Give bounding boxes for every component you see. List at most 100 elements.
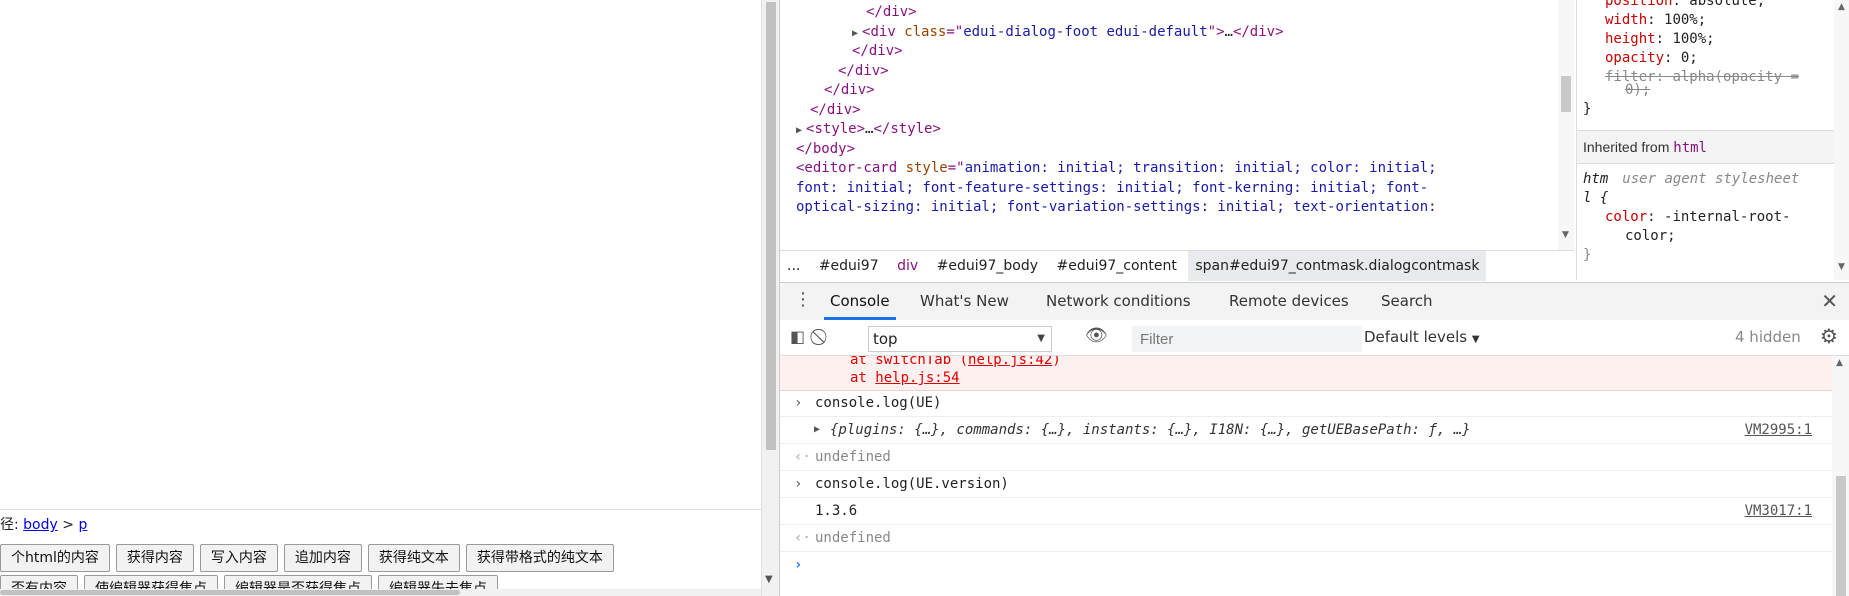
console-scrollbar[interactable]: ▲ — [1832, 356, 1849, 596]
breadcrumb-edui97[interactable]: #edui97 — [812, 251, 886, 281]
tab-remote-devices[interactable]: Remote devices — [1229, 283, 1349, 320]
demo-button[interactable]: 写入内容 — [199, 544, 278, 572]
stack-frame: at help.js:54 — [850, 370, 960, 386]
css-declaration[interactable]: width: 100%; — [1605, 11, 1706, 30]
drawer-tabbar: ⋮ Console What's New Network conditions … — [780, 282, 1849, 321]
css-declaration[interactable]: height: 100%; — [1605, 30, 1715, 49]
ua-selector-cont: l { — [1583, 190, 1609, 206]
scroll-down-arrow-icon[interactable]: ▼ — [1562, 230, 1569, 240]
dropdown-arrow-icon: ▼ — [1037, 333, 1045, 344]
elements-tree[interactable]: </div> ▶ <div class="edui-dialog-foot edui… — [780, 0, 1558, 250]
dom-node-line[interactable]: font: initial; font-feature-settings: in… — [796, 178, 1428, 198]
styles-pane: position: absolute; width: 100%; height: 1… — [1576, 0, 1835, 280]
console-filter-input[interactable] — [1132, 326, 1362, 352]
dom-node-line[interactable]: ▶ <style>…</style> — [796, 119, 941, 139]
editor-bottom-border — [0, 509, 761, 510]
console-result-line: ‹· undefined — [780, 525, 1832, 552]
console-input-line: › console.log(UE.version) — [780, 471, 1832, 498]
inherited-from-link[interactable]: html — [1673, 140, 1707, 156]
expand-triangle-icon[interactable]: ▶ — [814, 417, 820, 443]
drawer-menu-icon[interactable]: ⋮ — [794, 289, 812, 310]
stack-frame: at switchTab (help.js:42) — [850, 356, 1061, 368]
element-path: 径: body > p — [0, 514, 87, 534]
prompt-caret-icon: › — [794, 557, 803, 573]
breadcrumb-div[interactable]: div — [890, 251, 925, 281]
css-declaration[interactable]: opacity: 0; — [1605, 49, 1698, 68]
ua-close-brace: } — [1583, 247, 1592, 263]
ua-rule-cont: color; — [1625, 228, 1676, 244]
page-vertical-scrollbar[interactable]: ▼ — [761, 0, 779, 596]
console-log-output[interactable]: ▶ {plugins: {…}, commands: {…}, instants… — [780, 417, 1832, 444]
web-page-viewport: 径: body > p 个html的内容 获得内容 写入内容 追加内容 获得纯文本 获得带… — [0, 0, 761, 596]
page-horizontal-scrollbar[interactable] — [0, 589, 761, 596]
path-link-body[interactable]: body — [23, 517, 58, 533]
dom-node-line[interactable]: <editor-card style="animation: initial; … — [796, 158, 1437, 178]
dom-node-line[interactable]: </div> — [838, 61, 889, 81]
input-prompt-icon: › — [794, 476, 803, 492]
breadcrumb-edui97-body[interactable]: #edui97_body — [930, 251, 1045, 281]
dom-node-line[interactable]: optical-sizing: initial; font-variation-… — [796, 197, 1437, 217]
tab-whats-new[interactable]: What's New — [920, 283, 1009, 320]
tab-network-conditions[interactable]: Network conditions — [1046, 283, 1191, 320]
dom-breadcrumbs: ... #edui97 div #edui97_body #edui97_con… — [780, 250, 1574, 281]
source-link[interactable]: VM2995:1 — [1745, 417, 1812, 443]
scroll-up-arrow-icon[interactable]: ▲ — [1838, 2, 1845, 12]
css-filter-continuation: 0); — [1625, 82, 1651, 98]
scroll-up-arrow-icon[interactable]: ▲ — [1836, 358, 1843, 368]
element-path-label: 径: — [0, 517, 19, 533]
console-scroll-thumb[interactable] — [1836, 476, 1846, 596]
expand-triangle-icon[interactable]: ▶ — [852, 28, 858, 39]
ua-selector: htm user agent stylesheet — [1583, 171, 1800, 187]
console-messages: at switchTab (help.js:42) at help.js:54 … — [780, 356, 1832, 596]
source-link[interactable]: VM3017:1 — [1745, 498, 1812, 524]
live-expression-eye-icon[interactable]: 👁 — [1085, 325, 1108, 346]
breadcrumb-contmask[interactable]: span#edui97_contmask.dialogcontmask — [1188, 251, 1487, 281]
console-prompt[interactable]: › — [780, 552, 1832, 578]
error-stack-message: at switchTab (help.js:42) at help.js:54 — [780, 356, 1832, 391]
context-selector-value: top — [873, 330, 898, 348]
path-separator: > — [62, 517, 74, 533]
elements-scrollbar[interactable]: ▼ — [1558, 0, 1574, 250]
elements-scroll-thumb[interactable] — [1561, 76, 1571, 112]
page-horizontal-scroll-thumb[interactable] — [0, 590, 460, 595]
sidebar-toggle-icon[interactable]: ◧ — [790, 327, 805, 346]
css-declaration[interactable]: position: absolute; — [1605, 0, 1765, 11]
dom-node-line[interactable]: </div> — [824, 80, 875, 100]
breadcrumb-ellipsis[interactable]: ... — [780, 251, 807, 281]
dom-node-line[interactable]: </div> — [866, 2, 917, 22]
demo-button[interactable]: 追加内容 — [283, 544, 362, 572]
demo-button-row-1: 个html的内容 获得内容 写入内容 追加内容 获得纯文本 获得带格式的纯文本 — [0, 544, 620, 572]
console-log-output: 1.3.6 VM3017:1 — [780, 498, 1832, 525]
breadcrumb-edui97-content[interactable]: #edui97_content — [1049, 251, 1183, 281]
expand-triangle-icon[interactable]: ▶ — [796, 125, 802, 136]
tab-console[interactable]: Console — [824, 283, 896, 320]
path-link-p[interactable]: p — [78, 517, 87, 533]
ua-rule: color: -internal-root- — [1605, 209, 1791, 225]
page-vertical-scroll-thumb[interactable] — [766, 2, 776, 450]
log-levels-dropdown[interactable]: Default levels ▼ — [1364, 328, 1480, 346]
demo-button[interactable]: 个html的内容 — [0, 544, 110, 572]
dom-node-line[interactable]: </div> — [852, 41, 903, 61]
inherited-from-label: Inherited from — [1583, 139, 1670, 155]
css-close-brace: } — [1583, 101, 1592, 117]
input-prompt-icon: › — [794, 395, 803, 411]
scroll-down-arrow-icon[interactable]: ▼ — [1838, 262, 1845, 272]
inherited-from-header: Inherited from html — [1577, 130, 1835, 164]
source-link[interactable]: help.js:54 — [875, 370, 959, 386]
dom-node-line[interactable]: ▶ <div class="edui-dialog-foot edui-defau… — [852, 22, 1284, 42]
result-arrow-icon: ‹· — [794, 530, 811, 546]
devtools-panel: </div> ▶ <div class="edui-dialog-foot edui… — [779, 0, 1849, 596]
console-result-line: ‹· undefined — [780, 444, 1832, 471]
console-settings-gear-icon[interactable]: ⚙ — [1820, 324, 1838, 348]
demo-button[interactable]: 获得带格式的纯文本 — [465, 544, 614, 572]
tab-search[interactable]: Search — [1381, 283, 1433, 320]
source-link[interactable]: help.js:42 — [968, 356, 1052, 368]
dom-node-line[interactable]: </body> — [796, 139, 855, 159]
close-drawer-icon[interactable]: ✕ — [1821, 289, 1838, 313]
demo-button[interactable]: 获得内容 — [115, 544, 194, 572]
styles-scrollbar[interactable]: ▲ ▼ — [1834, 0, 1849, 280]
demo-button[interactable]: 获得纯文本 — [367, 544, 460, 572]
scroll-down-arrow-icon[interactable]: ▼ — [765, 574, 773, 585]
context-selector[interactable]: top ▼ — [868, 326, 1052, 352]
dom-node-line[interactable]: </div> — [810, 100, 861, 120]
